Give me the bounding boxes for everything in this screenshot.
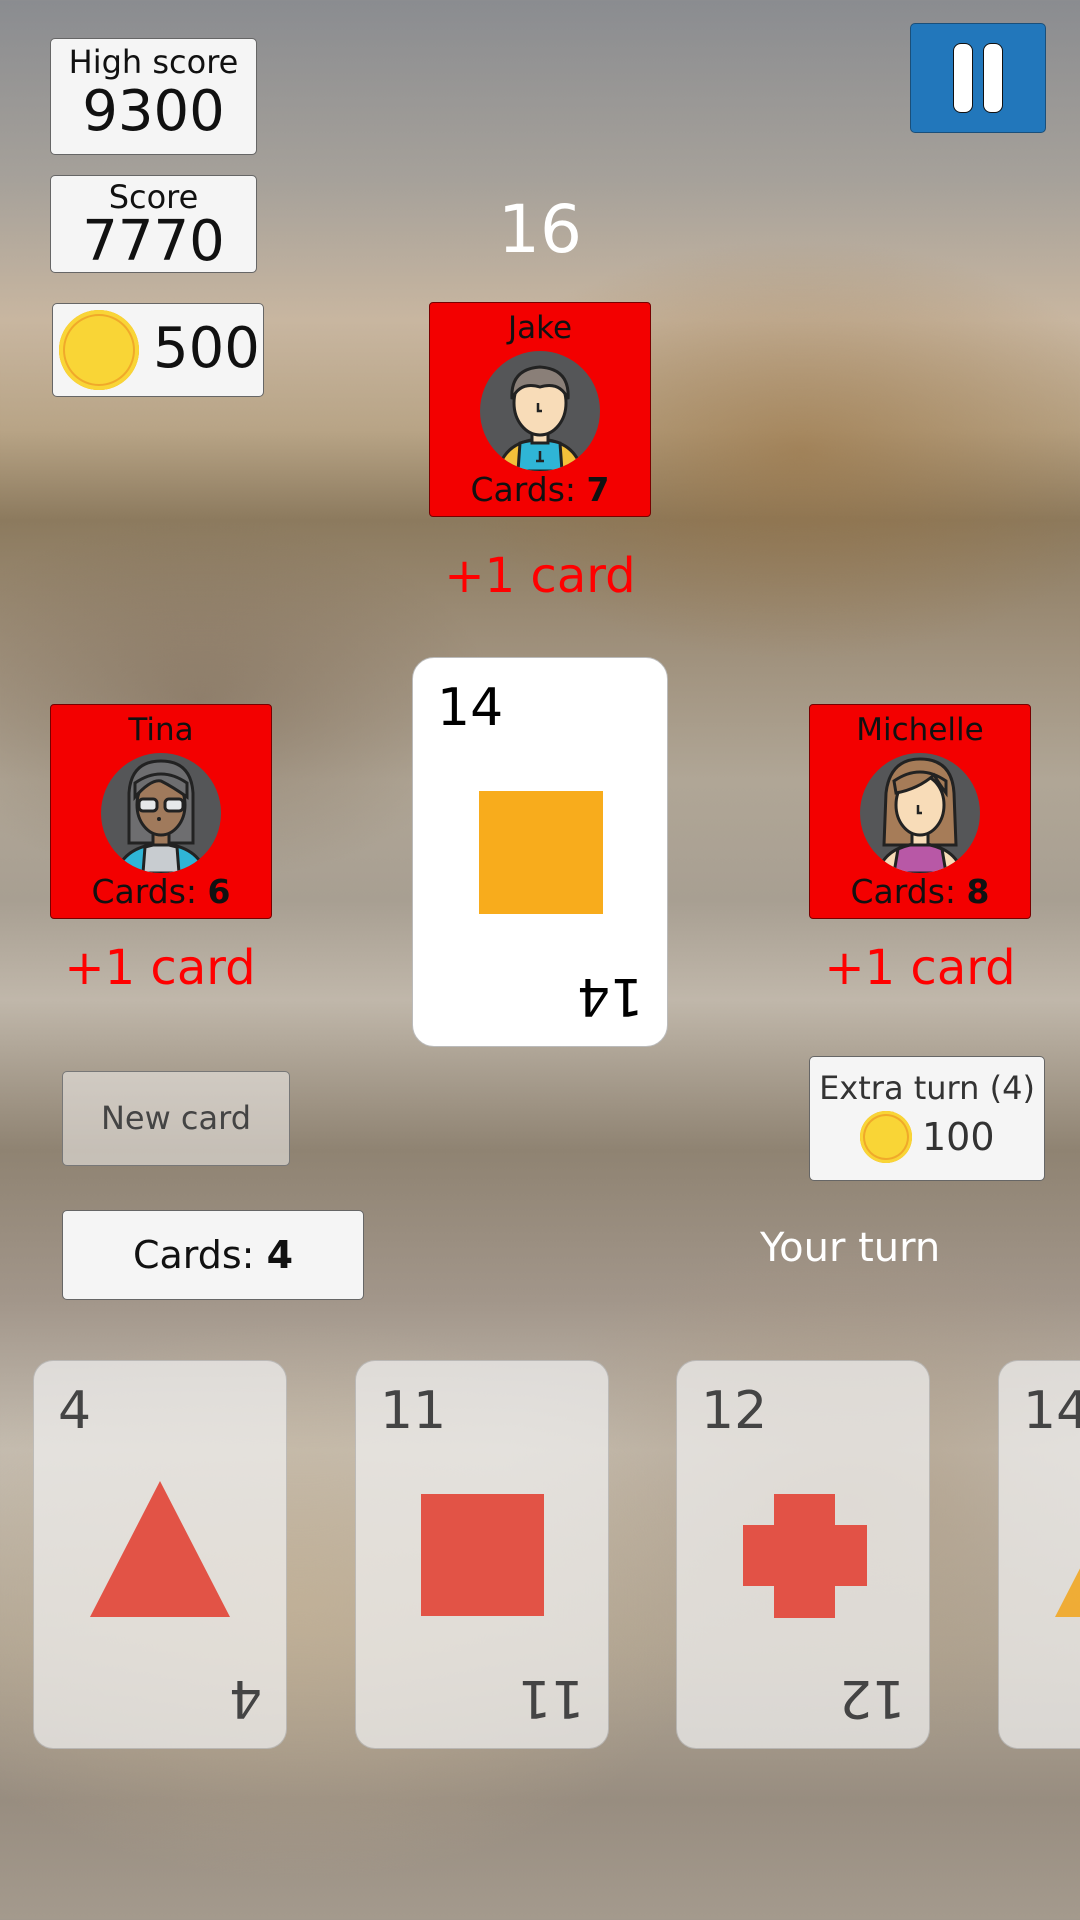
player-tina: Tina Cards: 6 [50, 704, 272, 919]
high-score-label: High score [68, 43, 239, 81]
player-name: Tina [128, 712, 194, 748]
score-panel: Score 7770 [50, 175, 257, 273]
extra-turn-button[interactable]: Extra turn (4) 100 [809, 1056, 1045, 1181]
square-shape-icon [421, 1494, 544, 1616]
high-score-panel: High score 9300 [50, 38, 257, 155]
card-value-bottom: 14 [576, 966, 643, 1026]
extra-turn-label: Extra turn (4) [819, 1069, 1035, 1107]
triangle-shape-icon [1055, 1568, 1080, 1617]
high-score-value: 9300 [82, 79, 225, 144]
player-cards-count: Cards: 6 [91, 872, 231, 911]
player-michelle: Michelle Cards: 8 [809, 704, 1031, 919]
discard-pile-card: 14 14 [412, 657, 668, 1047]
card-value-top: 4 [58, 1381, 92, 1441]
card-value-top: 12 [701, 1381, 768, 1441]
avatar-michelle-icon [860, 753, 980, 873]
card-value-bottom: 11 [517, 1668, 584, 1728]
avatar-tina-icon [101, 753, 221, 873]
hand-card[interactable]: 12 12 [676, 1360, 930, 1749]
card-value-top: 14 [1023, 1381, 1080, 1441]
my-cards-count: Cards: 4 [62, 1210, 364, 1300]
hand-card[interactable]: 14 14 [998, 1360, 1080, 1749]
player-cards-count: Cards: 7 [470, 470, 610, 509]
new-card-label: New card [100, 1099, 252, 1137]
score-value: 7770 [82, 209, 225, 274]
michelle-card-notice: +1 card [824, 940, 1016, 996]
round-counter: 16 [498, 191, 582, 268]
turn-status: Your turn [760, 1225, 941, 1271]
square-shape-icon [479, 791, 603, 914]
hand-card[interactable]: 4 4 [33, 1360, 287, 1749]
triangle-shape-icon [90, 1481, 230, 1617]
coins-value: 500 [153, 316, 260, 381]
hand-card[interactable]: 11 11 [355, 1360, 609, 1749]
player-name: Michelle [856, 712, 984, 748]
avatar-jake-icon [480, 351, 600, 471]
extra-turn-cost: 100 [922, 1115, 995, 1159]
tina-card-notice: +1 card [64, 940, 256, 996]
new-card-button[interactable]: New card [62, 1071, 290, 1166]
jake-card-notice: +1 card [444, 548, 636, 604]
cross-shape-icon [743, 1494, 867, 1618]
my-cards-label: Cards: 4 [132, 1233, 294, 1277]
player-jake: Jake Cards: 7 [429, 302, 651, 517]
card-value-top: 14 [437, 678, 504, 738]
card-value-bottom: 4 [228, 1668, 262, 1728]
player-name: Jake [507, 310, 573, 346]
card-value-top: 11 [380, 1381, 447, 1441]
coins-panel: 500 [52, 303, 264, 397]
player-cards-count: Cards: 8 [850, 872, 990, 911]
card-value-bottom: 12 [838, 1668, 905, 1728]
coin-icon [860, 1111, 912, 1163]
coin-icon [59, 310, 139, 390]
pause-button[interactable] [910, 23, 1046, 133]
